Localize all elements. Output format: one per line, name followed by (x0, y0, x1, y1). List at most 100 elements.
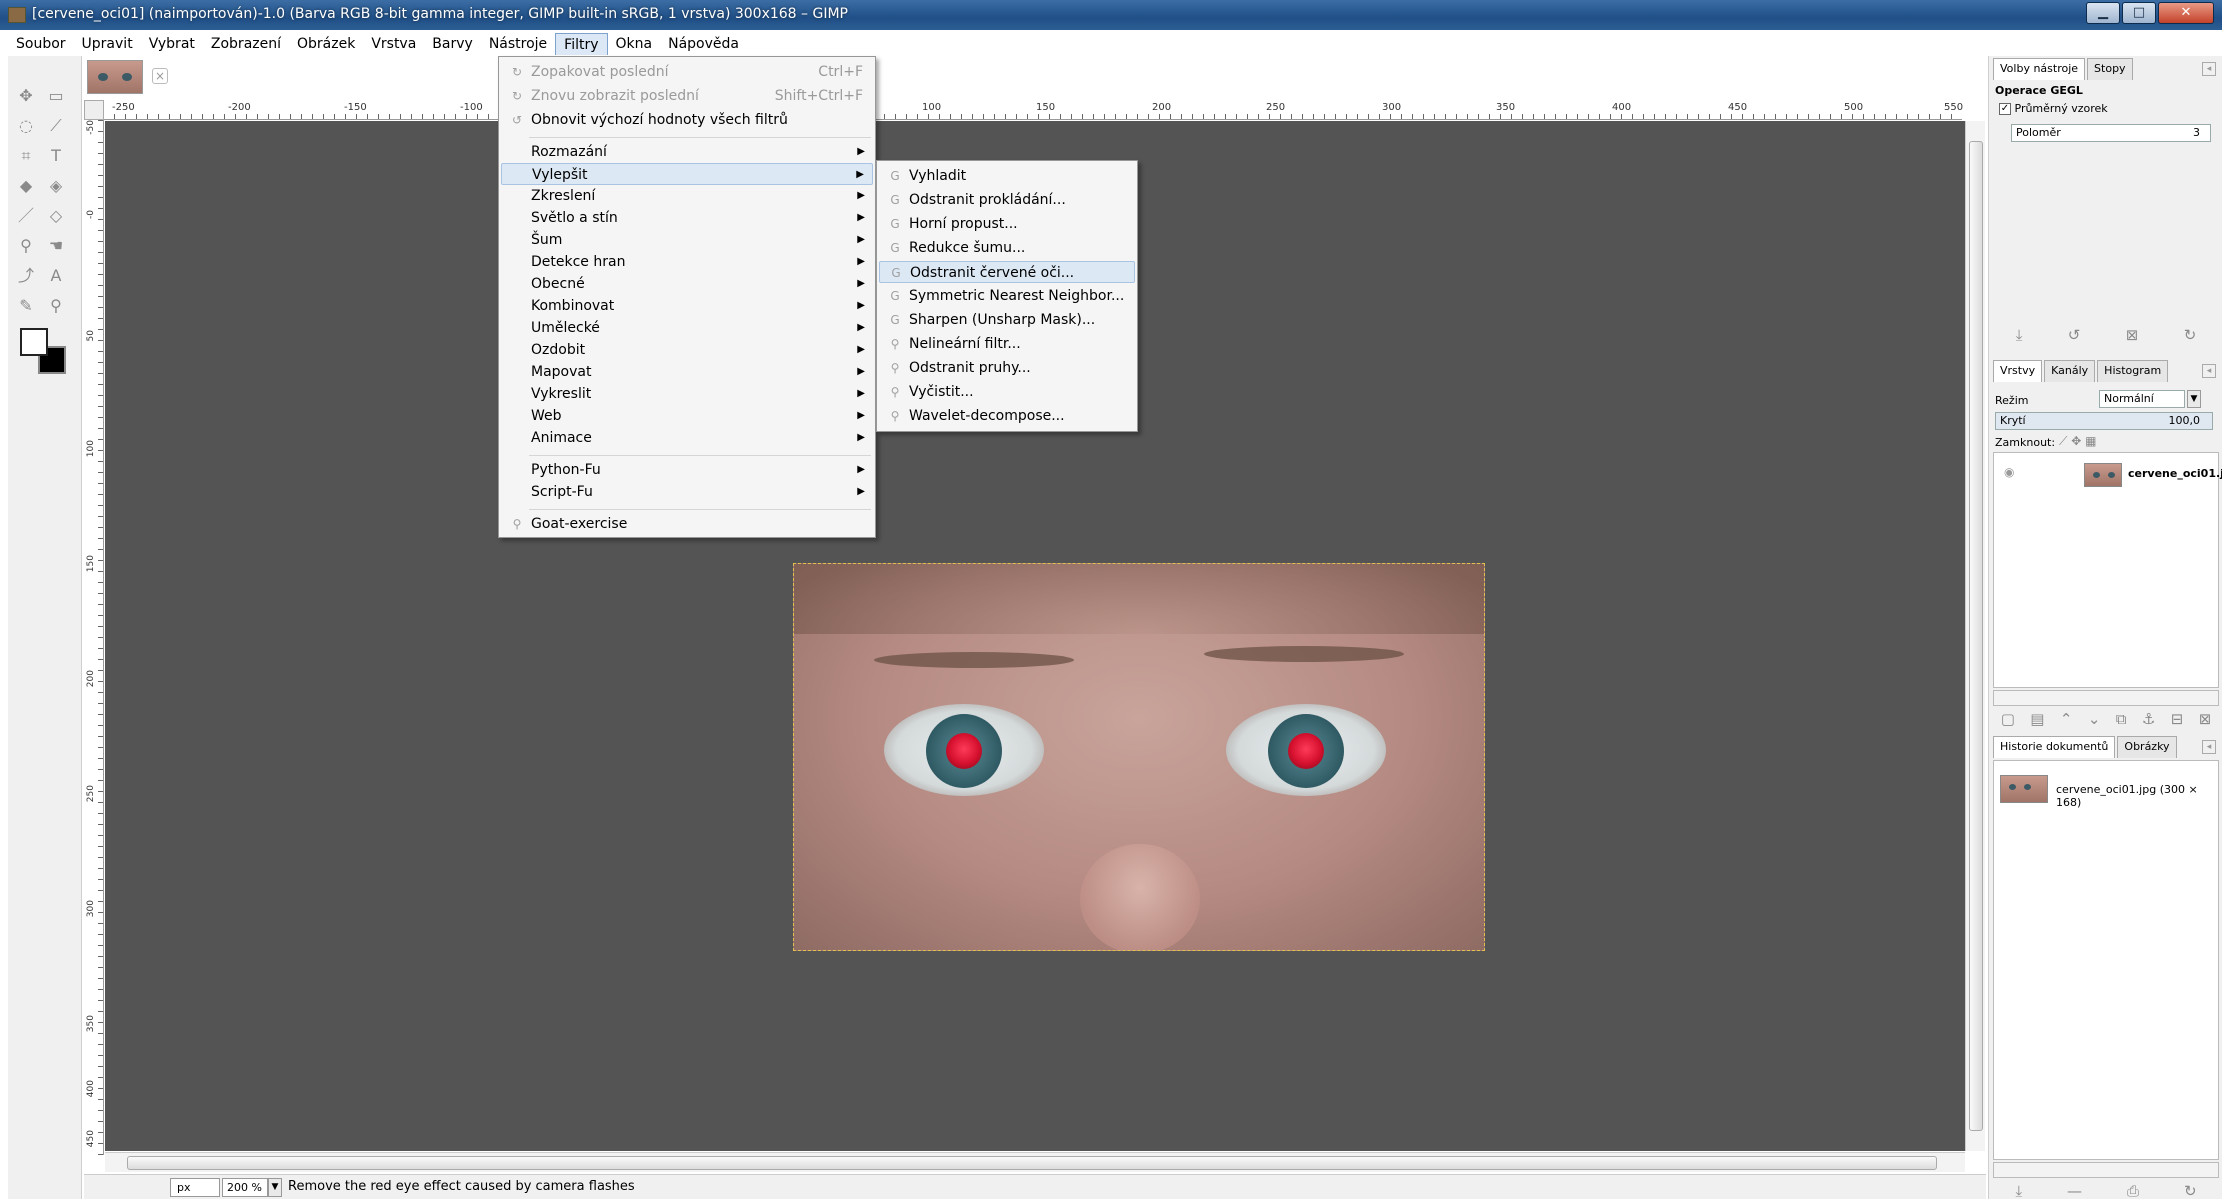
eye-visibility-icon[interactable]: ◉ (2004, 465, 2014, 479)
eraser-icon[interactable]: ◇ (44, 204, 68, 228)
submenu-item-odstranit-prokladani[interactable]: G Odstranit prokládání... (879, 189, 1135, 211)
gradient-tool-icon[interactable]: ◈ (44, 174, 68, 198)
submenu-item-symmetric-nearest-neighbor[interactable]: G Symmetric Nearest Neighbor... (879, 285, 1135, 307)
menu-item-rozmazani[interactable]: Rozmazání ▶ (501, 141, 873, 163)
menu-item-repeat-last[interactable]: ↻ Zopakovat poslední Ctrl+F (501, 61, 873, 83)
close-button[interactable]: ✕ (2158, 2, 2214, 24)
checkbox-checked-icon[interactable]: ✓ (1999, 103, 2011, 115)
submenu-item-redukce-sumu[interactable]: G Redukce šumu... (879, 237, 1135, 259)
tab-layers[interactable]: Vrstvy (1993, 360, 2043, 382)
tab-tool-options[interactable]: Volby nástroje (1993, 58, 2086, 80)
layers-hscrollbar[interactable] (1993, 690, 2219, 706)
menu-vrstva[interactable]: Vrstva (363, 33, 424, 55)
vertical-ruler[interactable] (84, 120, 104, 1155)
menu-item-mapovat[interactable]: Mapovat ▶ (501, 361, 873, 383)
submenu-item-odstranit-pruhy[interactable]: ⚲ Odstranit pruhy... (879, 357, 1135, 379)
smudge-tool-icon[interactable]: ☚ (44, 234, 68, 258)
tab-document-history[interactable]: Historie dokumentů (1993, 736, 2116, 758)
bucket-fill-icon[interactable]: ◆ (14, 174, 38, 198)
open-image-icon[interactable]: ⤓ (2015, 1182, 2022, 1199)
menu-item-detekce-hran[interactable]: Detekce hran ▶ (501, 251, 873, 273)
print-icon[interactable]: ⎙ (2127, 1182, 2139, 1199)
menu-item-vylepsit[interactable]: Vylepšit ▶ (501, 163, 873, 185)
menu-item-python-fu[interactable]: Python-Fu ▶ (501, 459, 873, 481)
crop-tool-icon[interactable]: ⌗ (14, 144, 38, 168)
menu-vybrat[interactable]: Vybrat (141, 33, 203, 55)
menu-filtry[interactable]: Filtry (555, 33, 608, 55)
unit-selector[interactable]: px (170, 1178, 220, 1197)
menu-obrazek[interactable]: Obrázek (289, 33, 363, 55)
delete-options-icon[interactable]: ⊠ (2126, 326, 2139, 344)
submenu-item-horni-propust[interactable]: G Horní propust... (879, 213, 1135, 235)
menu-soubor[interactable]: Soubor (8, 33, 74, 55)
lasso-tool-icon[interactable]: ◌ (14, 114, 38, 138)
panel-menu-icon[interactable]: ◂ (2202, 364, 2216, 378)
minimize-button[interactable]: ▁ (2086, 2, 2120, 24)
tab-images[interactable]: Obrázky (2117, 736, 2177, 758)
opacity-field[interactable]: Krytí 100,0 (1995, 412, 2213, 430)
duplicate-layer-icon[interactable]: ⧉ (2116, 710, 2127, 728)
zoom-tool-icon[interactable]: ⚲ (44, 294, 68, 318)
chevron-down-icon[interactable]: ▼ (268, 1178, 282, 1197)
foreground-color-swatch[interactable] (20, 328, 48, 356)
remove-entry-icon[interactable]: — (2067, 1182, 2082, 1199)
horizontal-ruler[interactable] (104, 100, 1962, 120)
color-picker-icon[interactable]: ✎ (14, 294, 38, 318)
menu-item-web[interactable]: Web ▶ (501, 405, 873, 427)
menu-zobrazeni[interactable]: Zobrazení (203, 33, 289, 55)
chevron-down-icon[interactable]: ▼ (2187, 390, 2201, 408)
menu-item-script-fu[interactable]: Script-Fu ▶ (501, 481, 873, 503)
menu-upravit[interactable]: Upravit (74, 33, 141, 55)
menu-item-reset-all[interactable]: ↺ Obnovit výchozí hodnoty všech filtrů (501, 109, 873, 131)
text-tool-icon[interactable]: T (44, 144, 68, 168)
layer-group-icon[interactable]: ▤ (2030, 710, 2044, 728)
menu-item-zkresleni[interactable]: Zkreslení ▶ (501, 185, 873, 207)
tab-paths[interactable]: Stopy (2087, 58, 2133, 80)
submenu-item-sharpen[interactable]: G Sharpen (Unsharp Mask)... (879, 309, 1135, 331)
submenu-item-vycistit[interactable]: ⚲ Vyčistit... (879, 381, 1135, 403)
layer-row[interactable]: ◉ cervene_oci01.jp (1994, 457, 2222, 493)
anchor-layer-icon[interactable]: ⚓ (2142, 710, 2155, 728)
radius-field[interactable]: Poloměr 3 (2011, 124, 2211, 142)
raise-layer-icon[interactable]: ⌃ (2060, 710, 2073, 728)
menu-nastroje[interactable]: Nástroje (481, 33, 555, 55)
paintbrush-icon[interactable]: ／ (14, 204, 38, 228)
restore-options-icon[interactable]: ↺ (2068, 326, 2081, 344)
text-a-icon[interactable]: A (44, 264, 68, 288)
submenu-item-wavelet-decompose[interactable]: ⚲ Wavelet-decompose... (879, 405, 1135, 427)
submenu-item-vyhladit[interactable]: G Vyhladit (879, 165, 1135, 187)
sample-average-option[interactable]: ✓ Průměrný vzorek (1999, 102, 2108, 115)
refresh-icon[interactable]: ↻ (2184, 1182, 2197, 1199)
ruler-corner[interactable] (84, 100, 104, 120)
horizontal-scroll-thumb[interactable] (127, 1156, 1937, 1170)
panel-menu-icon[interactable]: ◂ (2202, 740, 2216, 754)
align-tool-icon[interactable]: ▭ (44, 84, 68, 108)
menu-okna[interactable]: Okna (608, 33, 661, 55)
maximize-button[interactable]: □ (2122, 2, 2156, 24)
menu-item-vykreslit[interactable]: Vykreslit ▶ (501, 383, 873, 405)
tab-channels[interactable]: Kanály (2044, 360, 2096, 382)
menu-napoveda[interactable]: Nápověda (660, 33, 747, 55)
menu-item-goat-exercise[interactable]: ⚲ Goat-exercise (501, 513, 873, 535)
horizontal-scrollbar[interactable] (105, 1152, 1965, 1172)
clone-tool-icon[interactable]: ⚲ (14, 234, 38, 258)
submenu-item-nelinearni-filtr[interactable]: ⚲ Nelineární filtr... (879, 333, 1135, 355)
menu-item-animace[interactable]: Animace ▶ (501, 427, 873, 449)
tab-histogram[interactable]: Histogram (2097, 360, 2169, 382)
photo-face[interactable] (793, 563, 1485, 951)
menu-item-umelecke[interactable]: Umělecké ▶ (501, 317, 873, 339)
menu-barvy[interactable]: Barvy (424, 33, 481, 55)
lower-layer-icon[interactable]: ⌄ (2088, 710, 2101, 728)
lock-icons[interactable]: ⟋ ✥ ▦ (2059, 434, 2096, 449)
delete-layer-icon[interactable]: ⊠ (2199, 710, 2212, 728)
fuzzy-select-icon[interactable]: ⟋ (44, 114, 68, 138)
menu-item-svetlo-a-stin[interactable]: Světlo a stín ▶ (501, 207, 873, 229)
menu-item-ozdobit[interactable]: Ozdobit ▶ (501, 339, 873, 361)
vertical-scroll-thumb[interactable] (1969, 141, 1983, 1131)
new-layer-icon[interactable]: ▢ (2001, 710, 2015, 728)
reset-options-icon[interactable]: ↻ (2184, 326, 2197, 344)
menu-item-sum[interactable]: Šum ▶ (501, 229, 873, 251)
image-tab-thumbnail[interactable] (87, 60, 143, 94)
menu-item-reshow-last[interactable]: ↻ Znovu zobrazit poslední Shift+Ctrl+F (501, 85, 873, 107)
menu-item-kombinovat[interactable]: Kombinovat ▶ (501, 295, 873, 317)
